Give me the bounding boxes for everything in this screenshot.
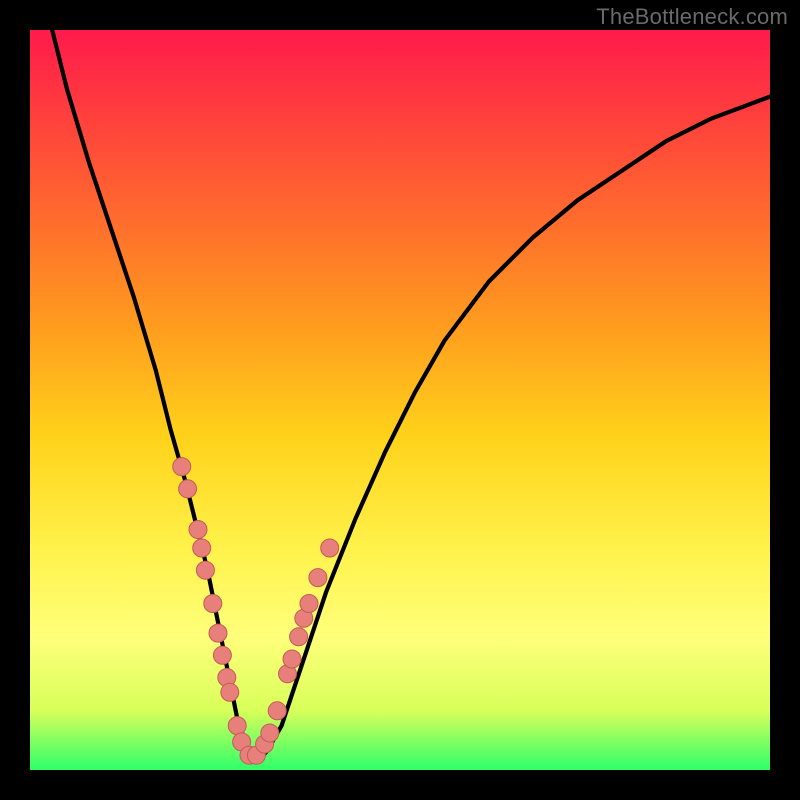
marker-dot [209,624,227,642]
marker-dot [290,628,308,646]
curve-markers [173,458,339,765]
marker-dot [193,539,211,557]
marker-dot [228,717,246,735]
marker-dot [196,561,214,579]
marker-dot [173,458,191,476]
plot-area [30,30,770,770]
marker-dot [213,646,231,664]
marker-dot [221,683,239,701]
marker-dot [204,595,222,613]
marker-dot [309,569,327,587]
bottleneck-curve [52,30,770,759]
marker-dot [321,539,339,557]
marker-dot [268,702,286,720]
curve-svg [30,30,770,770]
marker-dot [179,480,197,498]
chart-frame: TheBottleneck.com [0,0,800,800]
marker-dot [283,650,301,668]
marker-dot [300,595,318,613]
marker-dot [189,521,207,539]
marker-dot [261,724,279,742]
watermark-text: TheBottleneck.com [596,4,788,30]
